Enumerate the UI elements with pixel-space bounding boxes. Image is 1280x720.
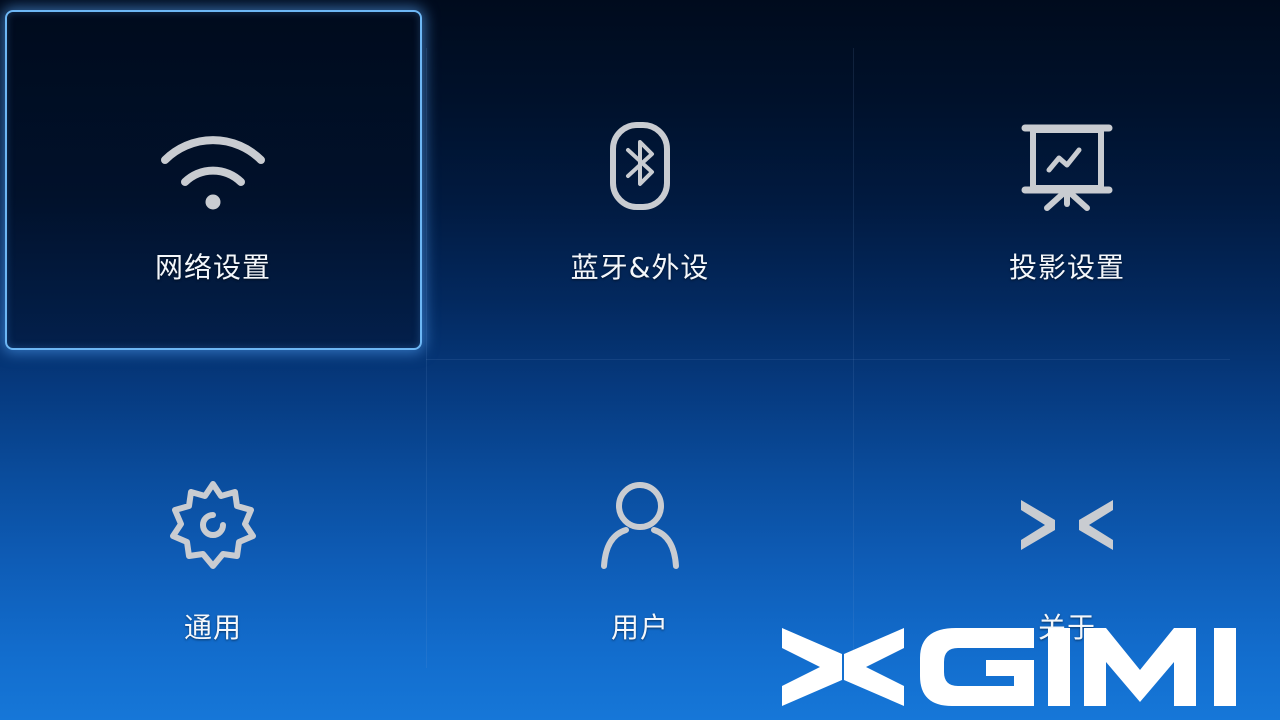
xgimi-logo bbox=[780, 624, 1264, 710]
xgimi-symbol-icon bbox=[1007, 470, 1127, 580]
tile-general-label: 通用 bbox=[183, 611, 242, 644]
user-icon bbox=[580, 470, 700, 580]
tile-user[interactable]: 用户 bbox=[427, 0, 853, 720]
tile-about[interactable]: 关于 bbox=[854, 0, 1280, 720]
gear-icon bbox=[153, 470, 273, 580]
tile-general[interactable]: 通用 bbox=[0, 0, 426, 720]
